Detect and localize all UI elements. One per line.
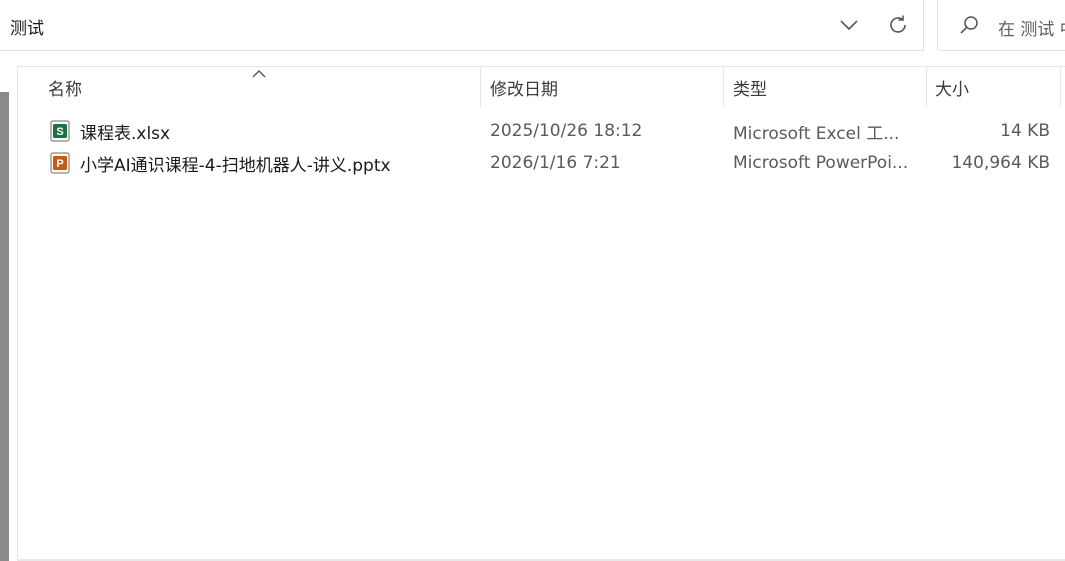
powerpoint-file-icon: P [50,152,70,174]
file-name: 小学AI通识课程-4-扫地机器人-讲义.pptx [80,155,391,176]
column-divider[interactable] [1060,67,1061,107]
column-divider[interactable] [480,67,481,107]
nav-scrollbar[interactable] [0,92,9,561]
file-size: 14 KB [1000,121,1050,141]
file-date-modified: 2025/10/26 18:12 [490,121,643,141]
search-input[interactable]: 在 测试 中搜索 [937,0,1065,51]
toolbar: 测试 在 测试 中搜索 [0,0,1065,62]
file-type: Microsoft PowerPoi... [733,153,909,173]
file-row[interactable]: P 小学AI通识课程-4-扫地机器人-讲义.pptx 2026/1/16 7:2… [18,147,1065,179]
powerpoint-icon-letter: P [56,158,63,170]
column-header-name[interactable]: 名称 [48,67,480,107]
column-divider[interactable] [723,67,724,107]
file-name: 课程表.xlsx [80,123,171,144]
excel-file-icon: S [50,120,70,142]
search-placeholder: 在 测试 中搜索 [998,20,1065,40]
column-header-date-modified[interactable]: 修改日期 [490,67,722,107]
address-path[interactable]: 测试 [10,14,44,39]
file-size: 140,964 KB [951,153,1050,173]
file-name-cell[interactable]: S 课程表.xlsx [50,115,480,147]
file-type: Microsoft Excel 工... [733,123,900,144]
address-bar[interactable]: 测试 [0,0,924,51]
column-header-size[interactable]: 大小 [935,67,1059,107]
search-icon [958,14,980,36]
refresh-icon[interactable] [884,11,912,39]
file-explorer-window: 测试 在 测试 中搜索 [0,0,1065,561]
file-date-modified: 2026/1/16 7:21 [490,153,621,173]
chevron-down-icon[interactable] [836,12,862,38]
column-header-row: 名称 修改日期 类型 大小 [18,66,1065,107]
file-row[interactable]: S 课程表.xlsx 2025/10/26 18:12 Microsoft Ex… [18,115,1065,147]
file-name-cell[interactable]: P 小学AI通识课程-4-扫地机器人-讲义.pptx [50,147,480,179]
column-divider[interactable] [926,67,927,107]
column-header-type[interactable]: 类型 [733,67,925,107]
navigation-pane [0,66,18,561]
excel-icon-letter: S [56,126,63,138]
